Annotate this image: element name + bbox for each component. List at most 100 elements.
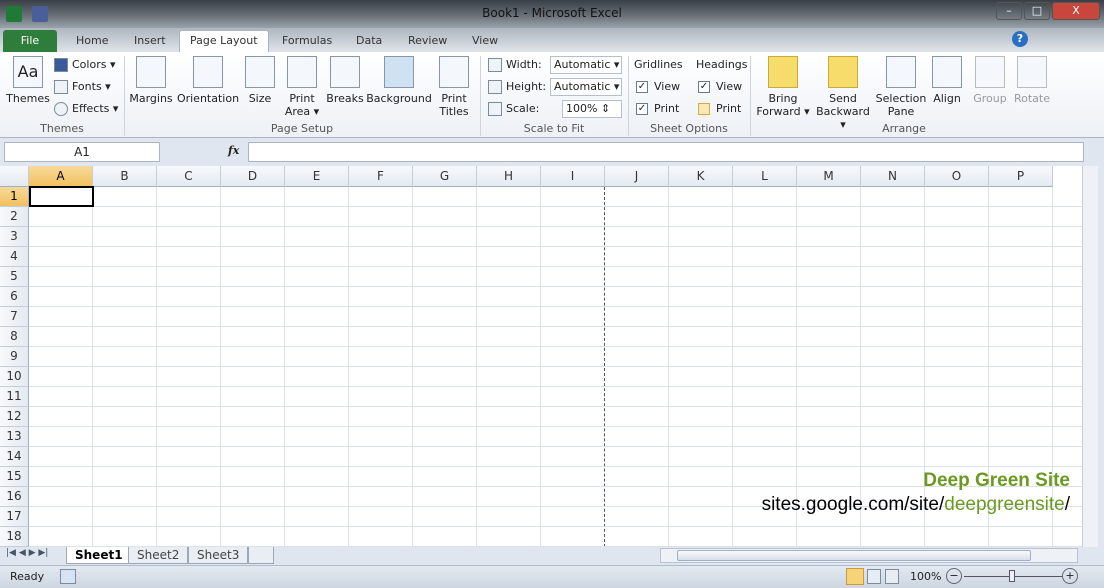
gridline	[1052, 187, 1053, 547]
headings-view-checkbox[interactable]: ✓ View	[698, 78, 742, 96]
tab-page-layout[interactable]: Page Layout	[179, 30, 269, 52]
row-header-8[interactable]: 8	[0, 327, 29, 347]
column-header-I[interactable]: I	[541, 166, 605, 187]
send-backward-button[interactable]: Send Backward ▾	[812, 56, 874, 131]
select-all-button[interactable]	[0, 166, 29, 187]
column-header-C[interactable]: C	[157, 166, 221, 187]
background-button[interactable]: Background	[366, 56, 432, 105]
row-header-5[interactable]: 5	[0, 267, 29, 287]
normal-view-icon[interactable]	[846, 568, 864, 585]
row-header-10[interactable]: 10	[0, 367, 29, 387]
zoom-slider-handle[interactable]	[1009, 570, 1015, 582]
group-button[interactable]: Group	[970, 56, 1010, 105]
scale-spinner[interactable]: 100% ⇕	[562, 100, 622, 118]
column-header-E[interactable]: E	[285, 166, 349, 187]
column-header-M[interactable]: M	[797, 166, 861, 187]
zoom-level[interactable]: 100%	[910, 570, 941, 583]
tab-data[interactable]: Data	[346, 32, 392, 52]
sheet-nav-arrows-icon[interactable]: |◀ ◀ ▶ ▶|	[6, 548, 48, 558]
orientation-button[interactable]: Orientation	[176, 56, 240, 105]
scrollbar-thumb[interactable]	[677, 550, 1031, 561]
row-header-15[interactable]: 15	[0, 467, 29, 487]
gridlines-view-checkbox[interactable]: ✓ View	[636, 78, 680, 96]
name-box[interactable]: A1	[4, 142, 160, 162]
maximize-button[interactable]: □	[1024, 2, 1050, 20]
active-cell-a1[interactable]	[29, 186, 94, 207]
tab-home[interactable]: Home	[66, 32, 118, 52]
column-header-F[interactable]: F	[349, 166, 413, 187]
gridline	[284, 187, 285, 547]
horizontal-scrollbar[interactable]	[660, 548, 1078, 563]
breaks-button[interactable]: Breaks	[326, 56, 364, 105]
row-header-2[interactable]: 2	[0, 207, 29, 227]
print-titles-button[interactable]: Print Titles	[436, 56, 472, 118]
effects-button[interactable]: Effects ▾	[54, 100, 118, 118]
column-header-H[interactable]: H	[477, 166, 541, 187]
vertical-scrollbar[interactable]	[1082, 166, 1098, 547]
minimize-button[interactable]: –	[996, 2, 1022, 20]
rotate-button[interactable]: Rotate	[1012, 56, 1052, 105]
tab-review[interactable]: Review	[398, 32, 457, 52]
page-break-view-icon[interactable]	[885, 569, 899, 584]
column-header-B[interactable]: B	[93, 166, 157, 187]
fx-icon[interactable]: fx	[228, 144, 239, 157]
gridlines-label: Gridlines	[634, 58, 683, 71]
headings-print-checkbox[interactable]: Print	[698, 100, 741, 118]
row-header-1[interactable]: 1	[0, 187, 29, 207]
tab-file[interactable]: File	[3, 30, 57, 52]
row-header-16[interactable]: 16	[0, 487, 29, 507]
rotate-icon	[1017, 56, 1047, 88]
column-header-K[interactable]: K	[669, 166, 733, 187]
tab-view[interactable]: View	[462, 32, 508, 52]
gridline	[796, 187, 797, 547]
margins-button[interactable]: Margins	[128, 56, 174, 105]
orientation-icon	[193, 56, 223, 88]
tab-insert[interactable]: Insert	[124, 32, 176, 52]
colors-icon	[54, 58, 68, 72]
sheet-tab-sheet3[interactable]: Sheet3	[188, 547, 249, 564]
zoom-in-icon[interactable]: +	[1062, 568, 1078, 584]
size-button[interactable]: Size	[244, 56, 276, 105]
column-header-O[interactable]: O	[925, 166, 989, 187]
row-header-17[interactable]: 17	[0, 507, 29, 527]
themes-button[interactable]: Aa Themes	[6, 56, 50, 105]
row-header-12[interactable]: 12	[0, 407, 29, 427]
insert-sheet-icon[interactable]	[248, 547, 274, 564]
row-header-14[interactable]: 14	[0, 447, 29, 467]
bring-forward-button[interactable]: Bring Forward ▾	[756, 56, 810, 118]
row-header-6[interactable]: 6	[0, 287, 29, 307]
row-header-9[interactable]: 9	[0, 347, 29, 367]
sheet-tab-sheet2[interactable]: Sheet2	[128, 547, 189, 564]
column-header-P[interactable]: P	[989, 166, 1053, 187]
column-header-D[interactable]: D	[221, 166, 285, 187]
tab-formulas[interactable]: Formulas	[272, 32, 342, 52]
column-header-A[interactable]: A	[29, 166, 93, 187]
column-header-N[interactable]: N	[861, 166, 925, 187]
gridlines-print-checkbox[interactable]: ✓ Print	[636, 100, 679, 118]
help-icon[interactable]: ?	[1012, 31, 1028, 47]
gridline	[348, 187, 349, 547]
row-header-3[interactable]: 3	[0, 227, 29, 247]
row-header-7[interactable]: 7	[0, 307, 29, 327]
formula-input[interactable]	[248, 142, 1084, 162]
selection-pane-button[interactable]: Selection Pane	[874, 56, 928, 118]
column-header-J[interactable]: J	[605, 166, 669, 187]
page-layout-view-icon[interactable]	[867, 569, 881, 584]
row-header-18[interactable]: 18	[0, 527, 29, 547]
fonts-button[interactable]: Fonts ▾	[54, 78, 111, 96]
sheet-tab-sheet1[interactable]: Sheet1	[66, 547, 132, 564]
width-dropdown[interactable]: Automatic ▾	[550, 56, 622, 74]
macro-record-icon[interactable]	[60, 569, 76, 584]
column-header-G[interactable]: G	[413, 166, 477, 187]
row-header-11[interactable]: 11	[0, 387, 29, 407]
height-dropdown[interactable]: Automatic ▾	[550, 78, 622, 96]
close-button[interactable]: X	[1052, 2, 1100, 20]
column-header-L[interactable]: L	[733, 166, 797, 187]
row-header-4[interactable]: 4	[0, 247, 29, 267]
gridline	[29, 526, 1082, 527]
zoom-out-icon[interactable]: −	[946, 568, 962, 584]
colors-button[interactable]: Colors ▾	[54, 56, 115, 74]
print-area-button[interactable]: Print Area ▾	[282, 56, 322, 118]
row-header-13[interactable]: 13	[0, 427, 29, 447]
align-button[interactable]: Align	[930, 56, 964, 105]
